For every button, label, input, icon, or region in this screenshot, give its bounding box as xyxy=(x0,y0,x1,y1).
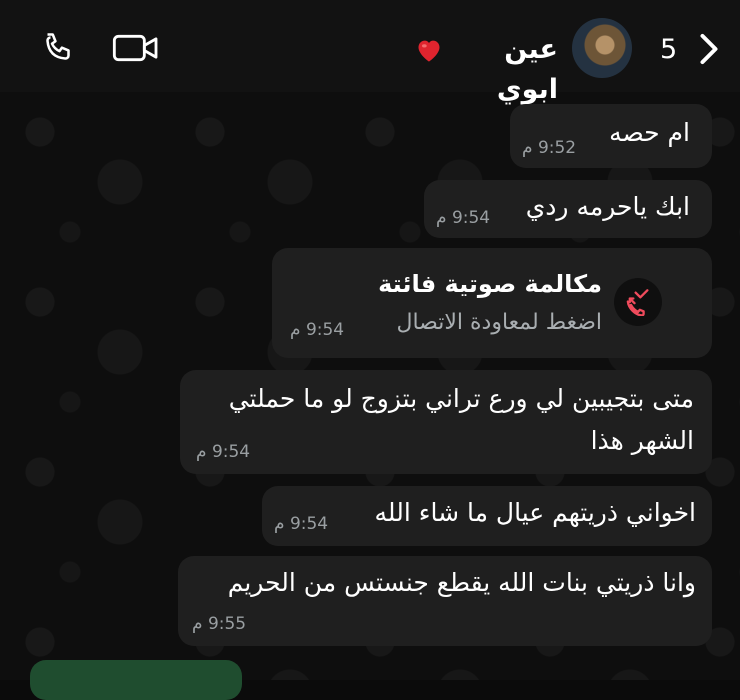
message-text: وانا ذريتي بنات الله يقطع جنستس من الحري… xyxy=(227,568,696,597)
missed-call-icon[interactable] xyxy=(614,278,662,326)
heart-emoji xyxy=(414,36,444,64)
contact-name[interactable]: عين ابوي xyxy=(448,30,558,105)
phone-icon[interactable] xyxy=(38,28,78,68)
message-text: ابك ياحرمه ردي xyxy=(525,192,690,221)
message-bubble[interactable]: متى بتجيبين لي ورع تراني بتزوج لو ما حمل… xyxy=(180,370,712,474)
message-time: 9:54 م xyxy=(290,320,345,340)
missed-call-subtitle: اضغط لمعاودة الاتصال xyxy=(396,310,602,335)
chevron-right-icon[interactable] xyxy=(694,30,724,68)
missed-call-title: مكالمة صوتية فائتة xyxy=(378,270,602,298)
message-time: 9:54 م xyxy=(196,442,251,462)
video-camera-icon[interactable] xyxy=(110,28,162,68)
message-time: 9:52 م xyxy=(522,138,577,158)
outgoing-message-bubble[interactable] xyxy=(30,660,242,700)
message-bubble[interactable]: اخواني ذريتهم عيال ما شاء الله 9:54 م xyxy=(262,486,712,546)
message-text: ام حصه xyxy=(609,118,690,147)
message-bubble[interactable]: ابك ياحرمه ردي 9:54 م xyxy=(424,180,712,238)
chat-header: عين ابوي 5 xyxy=(0,0,740,105)
message-text-line2: الشهر هذا xyxy=(590,426,694,455)
message-time: 9:54 م xyxy=(436,208,491,228)
message-text-line1: متى بتجيبين لي ورع تراني بتزوج لو ما حمل… xyxy=(228,384,694,413)
avatar[interactable] xyxy=(572,18,632,78)
message-time: 9:54 م xyxy=(274,514,329,534)
message-text: اخواني ذريتهم عيال ما شاء الله xyxy=(374,498,696,527)
message-time: 9:55 م xyxy=(192,614,247,634)
message-bubble[interactable]: وانا ذريتي بنات الله يقطع جنستس من الحري… xyxy=(178,556,712,646)
unread-count[interactable]: 5 xyxy=(660,32,677,68)
missed-call-bubble[interactable]: مكالمة صوتية فائتة اضغط لمعاودة الاتصال … xyxy=(272,248,712,358)
message-bubble[interactable]: ام حصه 9:52 م xyxy=(510,104,712,168)
